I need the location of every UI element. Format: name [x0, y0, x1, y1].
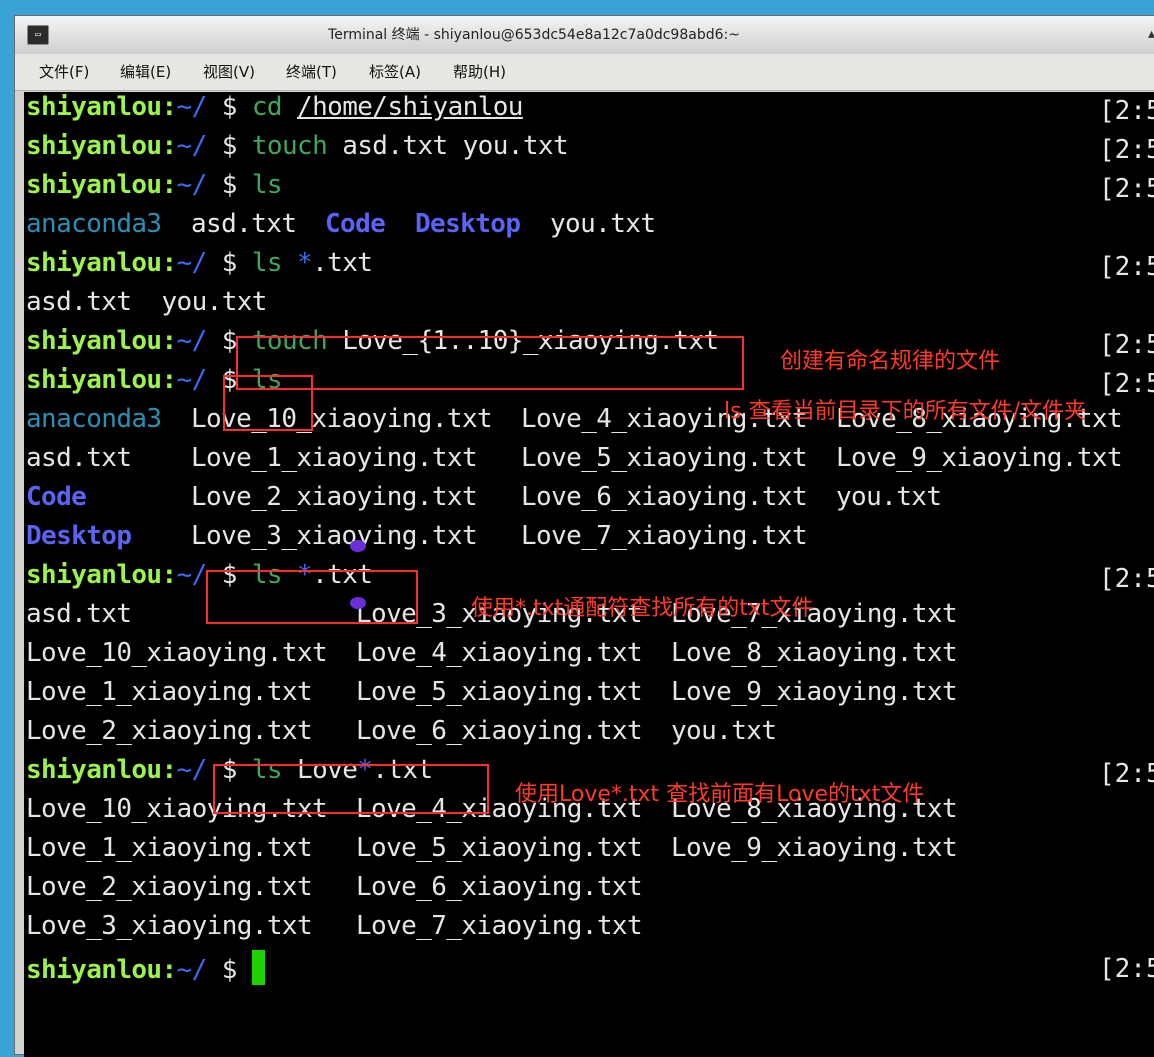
- timestamp: [2:56: [1099, 135, 1154, 165]
- list-item: Love_9_xiaoying.txt: [671, 833, 958, 863]
- window-controls[interactable]: ▴: [1148, 26, 1154, 42]
- title-bar[interactable]: ▭ Terminal 终端 - shiyanlou@653dc54e8a12c7…: [15, 16, 1154, 55]
- menu-tabs[interactable]: 标签(A): [369, 54, 421, 90]
- list-item: Code: [325, 209, 386, 239]
- menu-edit[interactable]: 编辑(E): [120, 54, 171, 90]
- marker-dot: [350, 540, 366, 552]
- wildcard: *: [297, 248, 313, 278]
- prompt-line: shiyanlou:~/ $: [26, 950, 265, 989]
- list-item: asd.txt: [191, 209, 297, 239]
- menu-help[interactable]: 帮助(H): [453, 54, 506, 90]
- list-item: anaconda3: [26, 209, 162, 239]
- list-item: Desktop: [26, 521, 132, 551]
- list-item: Love_8_xiaoying.txt: [671, 638, 958, 668]
- highlight-box: [213, 764, 489, 814]
- list-item: Love_1_xiaoying.txt: [26, 677, 313, 707]
- annotation-note: 使用Love*.txt 查找前面有Love的txt文件: [515, 782, 925, 807]
- command-name: ls: [251, 248, 283, 278]
- ls-output-line: asd.txt Love_1_xiaoying.txt Love_5_xiaoy…: [26, 443, 1154, 482]
- highlight-box: [223, 375, 313, 431]
- text-cursor: [251, 950, 265, 985]
- command-arg: asd.txt you.txt: [342, 131, 569, 161]
- menu-bar: 文件(F) 编辑(E) 视图(V) 终端(T) 标签(A) 帮助(H): [15, 54, 1154, 91]
- list-item: Love_7_xiaoying.txt: [521, 521, 808, 551]
- menu-file[interactable]: 文件(F): [39, 54, 89, 90]
- list-item: Love_1_xiaoying.txt: [26, 833, 313, 863]
- ls-output-line: Love_2_xiaoying.txt Love_6_xiaoying.txt …: [26, 716, 1154, 755]
- annotation-note: ls 查看当前目录下的所有文件/文件夹: [724, 399, 1086, 424]
- list-item: Desktop: [415, 209, 521, 239]
- timestamp: [2:56: [1099, 252, 1154, 282]
- command-name: touch: [251, 131, 328, 161]
- list-item: Love_5_xiaoying.txt: [521, 443, 808, 473]
- list-item: Love_9_xiaoying.txt: [836, 443, 1123, 473]
- list-item: Love_7_xiaoying.txt: [356, 911, 643, 941]
- list-item: Love_3_xiaoying.txt: [191, 521, 478, 551]
- list-item: Love_10_xiaoying.txt: [26, 638, 328, 668]
- annotation-note: 使用*.txt通配符查找所有的txt文件: [471, 596, 814, 621]
- annotation-note: 创建有命名规律的文件: [780, 349, 1001, 374]
- window-title: Terminal 终端 - shiyanlou@653dc54e8a12c7a0…: [328, 27, 740, 43]
- prompt-line: shiyanlou:~/ $ ls *.txt: [26, 248, 373, 278]
- prompt-line: shiyanlou:~/ $ ls: [26, 170, 283, 200]
- timestamp: [2:58: [1099, 954, 1154, 984]
- command-arg: /home/shiyanlou: [297, 92, 523, 122]
- timestamp: [2:57: [1099, 564, 1154, 594]
- timestamp: [2:56: [1099, 96, 1154, 126]
- prompt-line: shiyanlou:~/ $ touch asd.txt you.txt: [26, 131, 569, 161]
- list-item: you.txt: [671, 716, 777, 746]
- list-item: you.txt: [550, 209, 656, 239]
- list-item: anaconda3: [26, 404, 162, 434]
- list-item: Love_2_xiaoying.txt: [26, 872, 313, 902]
- list-item: Love_5_xiaoying.txt: [356, 833, 643, 863]
- marker-dot: [350, 597, 366, 609]
- timestamp: [2:58: [1099, 759, 1154, 789]
- ls-output-line: Code Love_2_xiaoying.txt Love_6_xiaoying…: [26, 482, 1154, 521]
- list-item: Love_1_xiaoying.txt: [191, 443, 478, 473]
- list-item: asd.txt: [26, 443, 132, 473]
- list-item: Love_6_xiaoying.txt: [356, 716, 643, 746]
- list-item: Love_4_xiaoying.txt: [356, 638, 643, 668]
- timestamp: [2:56: [1099, 174, 1154, 204]
- list-item: Love_5_xiaoying.txt: [356, 677, 643, 707]
- list-item: Love_6_xiaoying.txt: [356, 872, 643, 902]
- terminal-output[interactable]: shiyanlou:~/ $ cd /home/shiyanlou [2:56 …: [24, 92, 1154, 1057]
- ls-output-line: asd.txt you.txt: [26, 287, 267, 317]
- ls-output-line: Love_3_xiaoying.txt Love_7_xiaoying.txt: [26, 911, 1154, 950]
- list-item: Love_2_xiaoying.txt: [26, 716, 313, 746]
- list-item: Love_6_xiaoying.txt: [521, 482, 808, 512]
- menu-view[interactable]: 视图(V): [203, 54, 255, 90]
- command-name: ls: [251, 170, 283, 200]
- ls-output-line: Love_10_xiaoying.txt Love_4_xiaoying.txt…: [26, 638, 1154, 677]
- menu-terminal[interactable]: 终端(T): [286, 54, 337, 90]
- ls-output-line: Love_1_xiaoying.txt Love_5_xiaoying.txt …: [26, 833, 1154, 872]
- list-item: asd.txt: [26, 599, 132, 629]
- highlight-box: [206, 570, 418, 624]
- list-item: Code: [26, 482, 87, 512]
- command-name: cd: [251, 92, 283, 122]
- timestamp: [2:56: [1099, 330, 1154, 360]
- list-item: Love_3_xiaoying.txt: [26, 911, 313, 941]
- timestamp: [2:57: [1099, 369, 1154, 399]
- ls-output-line: Desktop Love_3_xiaoying.txt Love_7_xiaoy…: [26, 521, 1154, 560]
- ls-output-line: anaconda3 asd.txt Code Desktop you.txt: [26, 209, 1154, 248]
- terminal-window: ▭ Terminal 终端 - shiyanlou@653dc54e8a12c7…: [14, 15, 1154, 1057]
- ls-output-line: Love_1_xiaoying.txt Love_5_xiaoying.txt …: [26, 677, 1154, 716]
- list-item: Love_9_xiaoying.txt: [671, 677, 958, 707]
- ls-output-line: Love_2_xiaoying.txt Love_6_xiaoying.txt: [26, 872, 1154, 911]
- prompt-line: shiyanlou:~/ $ cd /home/shiyanlou: [26, 92, 523, 122]
- list-item: Love_2_xiaoying.txt: [191, 482, 478, 512]
- list-item: you.txt: [836, 482, 942, 512]
